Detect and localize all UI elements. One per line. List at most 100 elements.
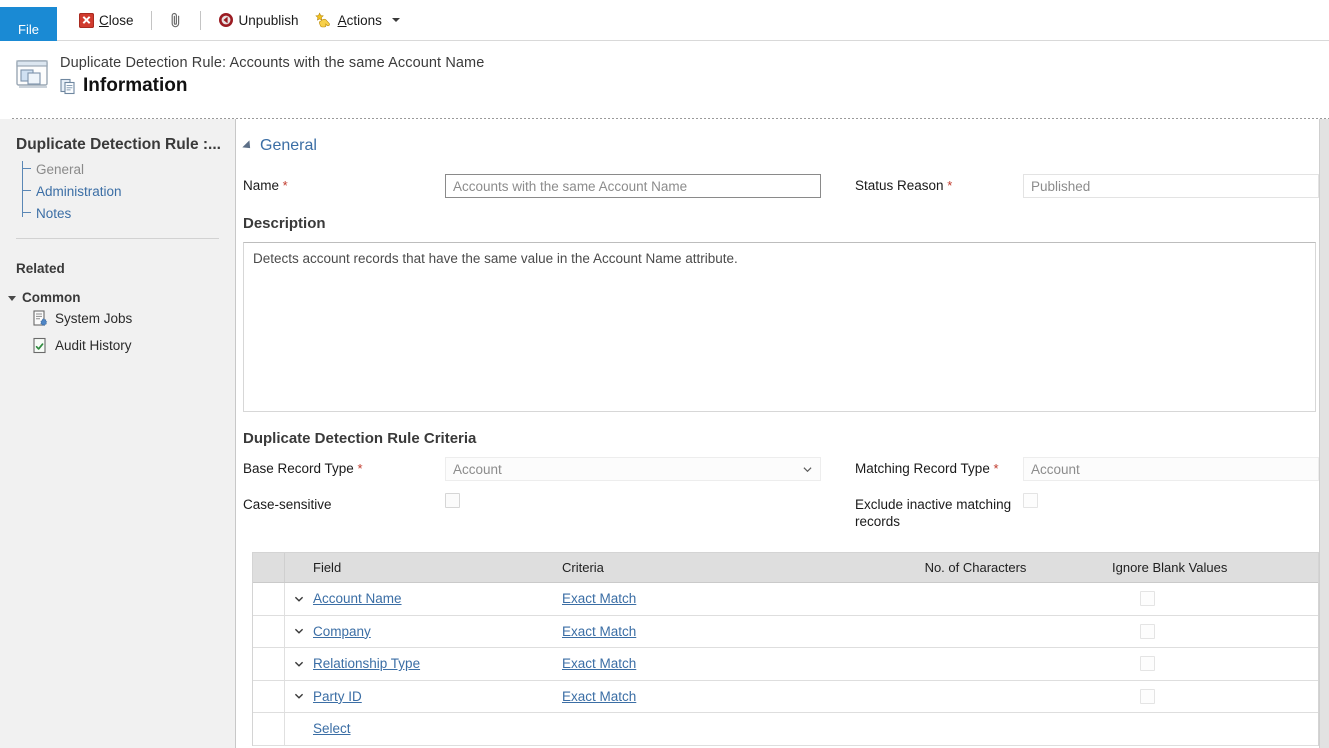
row-expander[interactable] xyxy=(285,691,313,701)
exclude-inactive-label-cell: Exclude inactive matching records xyxy=(821,493,1023,530)
case-sensitive-checkbox[interactable] xyxy=(445,493,460,508)
unpublish-icon xyxy=(218,13,233,27)
cell-field: Account Name xyxy=(313,591,562,606)
nav-tree: General Administration Notes xyxy=(0,158,235,224)
name-label: Name xyxy=(243,178,280,193)
row-expander[interactable] xyxy=(285,626,313,636)
base-record-type-field-cell xyxy=(445,457,821,481)
left-navigation: Duplicate Detection Rule :... General Ad… xyxy=(0,119,236,748)
column-header-field[interactable]: Field xyxy=(285,560,562,575)
ignore-blank-checkbox[interactable] xyxy=(1140,623,1155,639)
case-sensitive-label-cell: Case-sensitive xyxy=(243,493,445,513)
base-record-type-required-marker: * xyxy=(357,461,363,476)
row-expander[interactable] xyxy=(285,659,313,669)
status-reason-label: Status Reason xyxy=(855,178,944,193)
base-record-type-label-cell: Base Record Type * xyxy=(243,457,445,477)
chevron-down-icon xyxy=(294,661,304,667)
ignore-blank-checkbox[interactable] xyxy=(1140,656,1155,672)
name-label-cell: Name * xyxy=(243,174,445,194)
table-row[interactable]: Party ID Exact Match xyxy=(253,680,1318,713)
cell-field: Relationship Type xyxy=(313,656,562,671)
page-title: Information xyxy=(83,75,188,96)
record-window-icon xyxy=(16,60,48,88)
record-type-row: Base Record Type * Matching Record Type … xyxy=(237,457,1319,481)
cell-field: Company xyxy=(313,624,562,639)
sidebar-item-general-label: General xyxy=(36,161,85,177)
status-reason-label-cell: Status Reason * xyxy=(821,174,1023,194)
row-expander[interactable] xyxy=(285,594,313,604)
matching-record-type-label: Matching Record Type xyxy=(855,461,990,476)
cell-criteria: Exact Match xyxy=(562,656,839,671)
sidebar-item-system-jobs[interactable]: System Jobs xyxy=(0,305,235,332)
attach-file-button[interactable] xyxy=(161,9,191,32)
criteria-heading: Duplicate Detection Rule Criteria xyxy=(243,430,477,447)
table-row[interactable]: Company Exact Match xyxy=(253,615,1318,648)
cell-field: Party ID xyxy=(313,689,562,704)
column-header-criteria[interactable]: Criteria xyxy=(562,560,839,575)
select-link[interactable]: Select xyxy=(313,721,351,736)
row-gutter xyxy=(253,648,285,680)
field-link[interactable]: Account Name xyxy=(313,591,402,606)
cell-ignore-blank-values xyxy=(1112,591,1318,607)
nav-group-common[interactable]: Common xyxy=(0,276,235,305)
exclude-inactive-checkbox[interactable] xyxy=(1023,493,1038,508)
sidebar-item-general[interactable]: General xyxy=(22,158,235,180)
cell-select: Select xyxy=(313,721,562,736)
name-field-cell xyxy=(445,174,821,198)
table-row[interactable]: Relationship Type Exact Match xyxy=(253,648,1318,681)
field-link[interactable]: Company xyxy=(313,624,371,639)
criteria-link[interactable]: Exact Match xyxy=(562,656,636,671)
close-button-label: Close xyxy=(99,12,134,28)
field-link[interactable]: Party ID xyxy=(313,689,362,704)
system-jobs-icon xyxy=(33,310,48,326)
row-gutter xyxy=(253,680,285,712)
case-sensitive-label: Case-sensitive xyxy=(243,497,332,512)
matching-record-type-input[interactable] xyxy=(1023,457,1319,481)
chevron-down-icon xyxy=(294,628,304,635)
name-required-marker: * xyxy=(282,178,288,193)
column-header-ignore-blank-values[interactable]: Ignore Blank Values xyxy=(1112,560,1318,575)
cell-ignore-blank-values xyxy=(1112,623,1318,639)
criteria-link[interactable]: Exact Match xyxy=(562,591,636,606)
unpublish-button[interactable]: Unpublish xyxy=(210,9,307,31)
unpublish-button-label: Unpublish xyxy=(238,12,299,28)
status-reason-required-marker: * xyxy=(947,178,953,193)
close-icon xyxy=(79,12,94,28)
general-section-title: General xyxy=(260,137,317,154)
description-textarea[interactable]: Detects account records that have the sa… xyxy=(243,242,1316,412)
close-button[interactable]: Close xyxy=(71,10,142,31)
matching-record-type-label-cell: Matching Record Type * xyxy=(821,457,1023,477)
name-input[interactable] xyxy=(445,174,821,198)
table-row[interactable]: Account Name Exact Match xyxy=(253,583,1318,616)
ignore-blank-checkbox[interactable] xyxy=(1140,688,1155,704)
cell-criteria: Exact Match xyxy=(562,689,839,704)
case-sensitive-field-cell xyxy=(445,493,821,508)
actions-button[interactable]: Actions xyxy=(307,9,408,31)
general-section-header[interactable]: General xyxy=(237,137,1319,155)
ignore-blank-checkbox[interactable] xyxy=(1140,591,1155,607)
exclude-inactive-label: Exclude inactive matching records xyxy=(855,497,1012,529)
sidebar-item-administration[interactable]: Administration xyxy=(22,180,235,202)
sidebar-item-audit-history[interactable]: Audit History xyxy=(0,332,235,359)
criteria-link[interactable]: Exact Match xyxy=(562,689,636,704)
add-criteria-row[interactable]: Select xyxy=(253,713,1318,746)
chevron-down-icon xyxy=(294,693,304,700)
grid-header-row: Field Criteria No. of Characters Ignore … xyxy=(253,553,1318,583)
criteria-link[interactable]: Exact Match xyxy=(562,624,636,639)
status-reason-input[interactable] xyxy=(1023,174,1319,198)
triangle-expanded-icon xyxy=(8,296,16,301)
crm-form-window: File Close Unpublish Actions Duplicate D… xyxy=(0,0,1329,748)
base-record-type-select[interactable] xyxy=(445,457,821,481)
cell-criteria: Exact Match xyxy=(562,624,839,639)
field-link[interactable]: Relationship Type xyxy=(313,656,420,671)
sidebar-item-system-jobs-label: System Jobs xyxy=(55,311,133,326)
ribbon-separator xyxy=(150,10,152,30)
right-edge-strip xyxy=(1319,119,1329,748)
chevron-down-icon xyxy=(391,18,400,22)
actions-icon xyxy=(314,12,330,28)
status-reason-field-cell xyxy=(1023,174,1319,198)
file-tab[interactable]: File xyxy=(0,7,57,41)
record-subtitle: Duplicate Detection Rule: Accounts with … xyxy=(60,55,485,71)
sidebar-item-notes[interactable]: Notes xyxy=(22,202,235,224)
column-header-no-of-characters[interactable]: No. of Characters xyxy=(839,560,1112,575)
